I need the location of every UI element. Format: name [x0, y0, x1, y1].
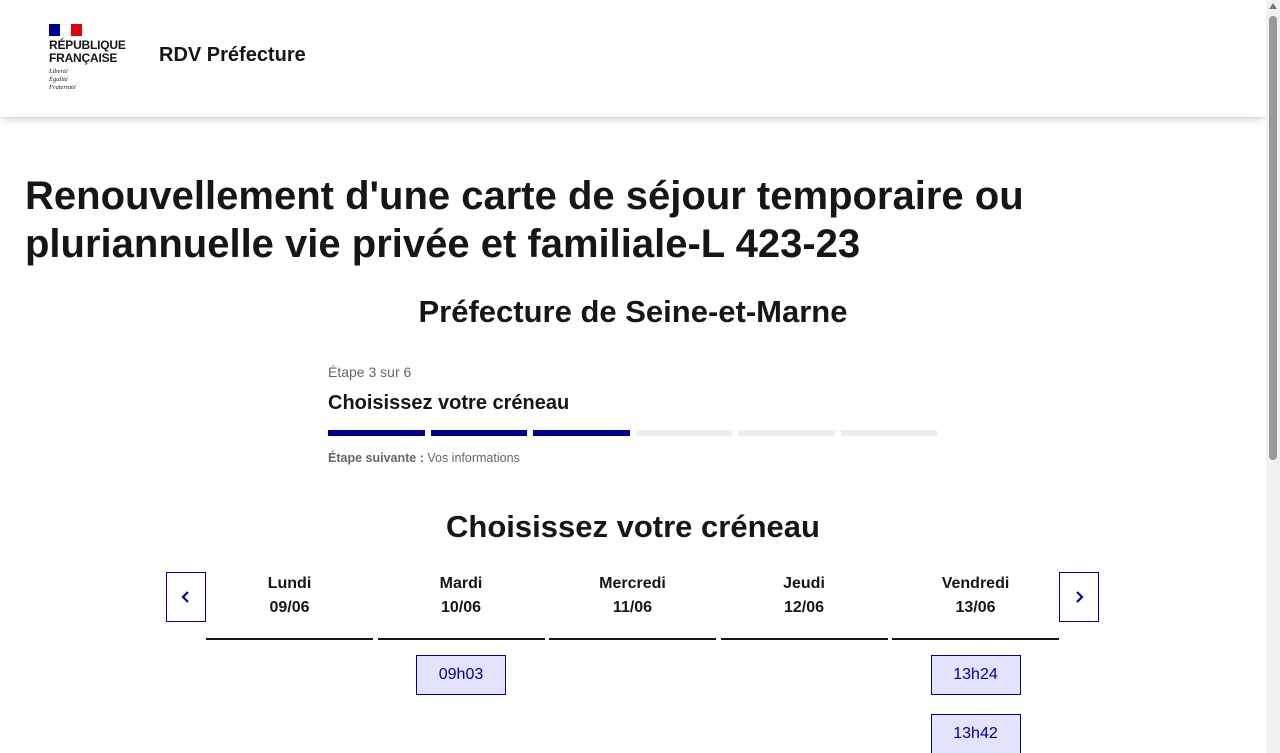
- day-column: Lundi 09/06: [206, 572, 373, 655]
- time-slot-button[interactable]: 13h42: [930, 714, 1021, 753]
- time-slot-button[interactable]: 09h03: [416, 655, 506, 695]
- day-column: Mardi 10/06 09h03: [377, 572, 545, 695]
- site-header: RÉPUBLIQUE FRANÇAISE Liberté Égalité Fra…: [0, 0, 1266, 117]
- time-slot-button[interactable]: 13h24: [930, 655, 1021, 695]
- step-next-label: Étape suivante :: [328, 451, 424, 465]
- devise-liberte: Liberté: [49, 68, 68, 75]
- day-header: Vendredi 13/06: [892, 572, 1059, 640]
- day-date: 13/06: [955, 599, 996, 616]
- prefecture-title: Préfecture de Seine-et-Marne: [418, 294, 848, 329]
- slot-list: [206, 640, 373, 655]
- service-title[interactable]: RDV Préfecture: [159, 44, 306, 67]
- devise-fraternite: Fraternité: [49, 84, 76, 91]
- slot-list: [721, 640, 888, 655]
- step-bar-2: [430, 430, 527, 436]
- day-header: Mardi 10/06: [377, 572, 545, 640]
- scrollbar-thumb[interactable]: [1269, 16, 1277, 460]
- day-header: Lundi 09/06: [206, 572, 373, 640]
- day-date: 09/06: [269, 599, 310, 616]
- step-next: Étape suivante : Vos informations: [328, 450, 938, 466]
- step-next-value: Vos informations: [427, 451, 520, 465]
- day-date: 12/06: [783, 599, 825, 616]
- day-column: Vendredi 13/06 13h24 13h42: [892, 572, 1059, 753]
- page: RÉPUBLIQUE FRANÇAISE Liberté Égalité Fra…: [0, 0, 1280, 753]
- step-bar-3: [533, 430, 630, 436]
- devise: Liberté Égalité Fraternité: [49, 68, 139, 92]
- day-column: Jeudi 12/06: [720, 572, 888, 655]
- scroll-up-arrow-icon[interactable]: [1269, 3, 1277, 9]
- page-title: Renouvellement d'une carte de séjour tem…: [25, 174, 1024, 266]
- day-name: Vendredi: [941, 575, 1010, 592]
- day-name: Jeudi: [783, 575, 825, 592]
- chevron-left-icon: [181, 591, 189, 603]
- step-bar-6: [840, 430, 937, 436]
- day-name: Mercredi: [599, 575, 666, 592]
- step-title: Choisissez votre créneau: [328, 392, 570, 414]
- day-header: Mercredi 11/06: [549, 572, 716, 640]
- republique-francaise-logo[interactable]: RÉPUBLIQUE FRANÇAISE Liberté Égalité Fra…: [49, 24, 139, 96]
- day-date: 11/06: [612, 599, 653, 616]
- section-title: Choisissez votre créneau: [446, 509, 820, 544]
- slot-list: 13h24 13h42: [892, 640, 1059, 753]
- day-column: Mercredi 11/06: [549, 572, 716, 655]
- step-bar-1: [328, 430, 425, 436]
- devise-egalite: Égalité: [49, 76, 68, 83]
- stepper: Étape 3 sur 6 Choisissez votre créneau É…: [328, 362, 938, 466]
- logo-text: RÉPUBLIQUE FRANÇAISE: [49, 39, 139, 65]
- previous-week-button[interactable]: [166, 572, 206, 622]
- step-progress-bar: [328, 430, 937, 436]
- chevron-right-icon: [1076, 591, 1084, 603]
- step-bar-4: [635, 430, 732, 436]
- day-header: Jeudi 12/06: [720, 572, 888, 640]
- day-name: Mardi: [439, 575, 483, 592]
- slot-list: 09h03: [378, 640, 545, 695]
- step-state: Étape 3 sur 6: [328, 364, 412, 380]
- logo-text-line2: FRANÇAISE: [49, 51, 118, 65]
- scrollbar[interactable]: [1266, 0, 1280, 753]
- french-flag-icon: [49, 24, 82, 36]
- next-week-button[interactable]: [1059, 572, 1099, 622]
- step-bar-5: [738, 430, 835, 436]
- day-name: Lundi: [267, 575, 312, 592]
- slot-list: [549, 640, 716, 655]
- day-date: 10/06: [440, 599, 482, 616]
